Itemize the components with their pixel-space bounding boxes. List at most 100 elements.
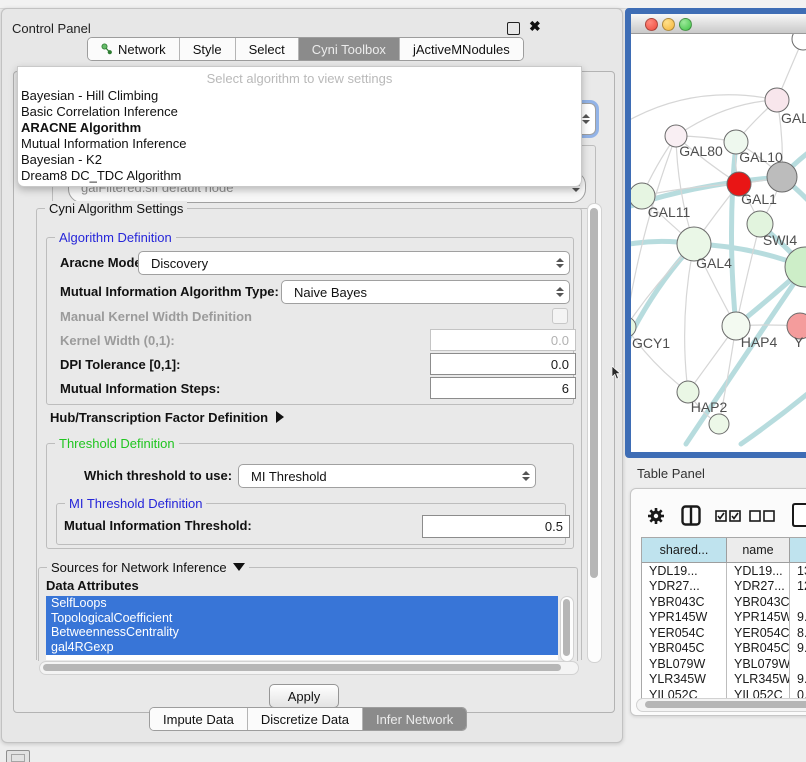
network-edge[interactable] <box>686 267 805 444</box>
zoom-traffic-light-icon[interactable] <box>679 18 692 31</box>
table-cell: YER054C <box>642 625 727 641</box>
network-graph[interactable]: GALGAL80GAL10GAL1GAL11SWI4GAL4GCY1HAP4YH… <box>631 34 806 452</box>
attribute-list-item[interactable]: SelfLoops <box>46 596 558 611</box>
kernel-width-field[interactable]: 0.0 <box>430 329 576 351</box>
network-tab-icon <box>101 43 113 55</box>
table-cell: 13 <box>790 563 806 579</box>
dropdown-item[interactable]: Bayesian - K2 <box>18 152 581 168</box>
attribute-list-item[interactable]: gal4RGexp <box>46 640 558 655</box>
network-edge[interactable] <box>741 386 806 444</box>
settings-vertical-scrollbar[interactable] <box>587 203 602 663</box>
node-label: SWI4 <box>763 232 797 248</box>
algorithm-definition-title: Algorithm Definition <box>55 230 176 245</box>
float-window-icon[interactable] <box>507 22 520 35</box>
attribute-list-item[interactable]: TopologicalCoefficient <box>46 611 558 626</box>
network-node[interactable] <box>709 414 729 434</box>
network-node-gal1[interactable] <box>767 162 797 192</box>
aracne-mode-label: Aracne Mode: <box>60 255 146 270</box>
table-panel-window: shared...nameAYDL19...YDL19...13YDR27...… <box>630 488 806 716</box>
deselect-all-checkboxes-icon[interactable] <box>749 510 775 522</box>
network-node[interactable] <box>792 34 806 50</box>
close-traffic-light-icon[interactable] <box>645 18 658 31</box>
mi-steps-field[interactable]: 6 <box>430 377 576 399</box>
table-row[interactable]: YBR045CYBR045C9. <box>642 641 806 657</box>
tab-impute-data[interactable]: Impute Data <box>150 708 248 730</box>
node-label: HAP2 <box>691 399 728 415</box>
apply-button[interactable]: Apply <box>269 684 339 708</box>
network-canvas[interactable]: GALGAL80GAL10GAL1GAL11SWI4GAL4GCY1HAP4YH… <box>631 34 806 452</box>
node-label: GAL80 <box>679 143 723 159</box>
dpi-tolerance-field[interactable]: 0.0 <box>430 353 576 375</box>
table-cell: YPR145W <box>642 610 727 626</box>
table-row[interactable]: YBL079WYBL079W <box>642 656 806 672</box>
dropdown-placeholder: Select algorithm to view settings <box>18 67 581 88</box>
table-cell: YLR345W <box>642 672 727 688</box>
table-row[interactable]: YBR043CYBR043C <box>642 594 806 610</box>
close-icon[interactable]: ✖ <box>529 18 541 34</box>
dropdown-item[interactable]: Basic Correlation Inference <box>18 104 581 120</box>
tab-network[interactable]: Network <box>88 38 180 60</box>
tab-jactivemnodules[interactable]: jActiveMNodules <box>400 38 523 60</box>
mi-threshold-label: Mutual Information Threshold: <box>64 518 252 533</box>
hub-definition-toggle[interactable]: Hub/Transcription Factor Definition <box>50 410 284 425</box>
mi-type-label: Mutual Information Algorithm Type: <box>60 284 279 299</box>
manual-kernel-checkbox[interactable] <box>552 308 568 324</box>
which-threshold-combobox[interactable]: MI Threshold <box>238 464 536 488</box>
network-node-gcy1[interactable] <box>631 317 636 337</box>
aracne-mode-value: Discovery <box>139 256 551 271</box>
tab-label: Style <box>193 42 222 57</box>
tab-label: Infer Network <box>376 712 453 727</box>
dropdown-item[interactable]: ARACNE Algorithm <box>18 120 581 136</box>
tab-label: Impute Data <box>163 712 234 727</box>
select-all-checkboxes-icon[interactable] <box>715 510 741 522</box>
column-header[interactable]: A <box>790 538 806 562</box>
docked-panel-icon[interactable] <box>6 750 30 762</box>
network-node-gal[interactable] <box>765 88 789 112</box>
table-header-row: shared...nameA <box>642 538 806 563</box>
mi-threshold-field[interactable]: 0.5 <box>422 515 570 538</box>
mi-type-combobox[interactable]: Naive Bayes <box>281 280 570 304</box>
node-label: GAL11 <box>648 204 691 220</box>
dropdown-item[interactable]: Mutual Information Inference <box>18 136 581 152</box>
attribute-list-scrollbar[interactable] <box>560 596 574 662</box>
table-row[interactable]: YDR27...YDR27...12 <box>642 579 806 595</box>
minimize-traffic-light-icon[interactable] <box>662 18 675 31</box>
tab-label: Network <box>118 42 166 57</box>
network-edge[interactable] <box>732 142 737 326</box>
dropdown-item[interactable]: Bayesian - Hill Climbing <box>18 88 581 104</box>
network-view-window: GALGAL80GAL10GAL1GAL11SWI4GAL4GCY1HAP4YH… <box>625 8 806 458</box>
node-label: GAL4 <box>696 255 732 271</box>
threshold-definition-title: Threshold Definition <box>55 436 179 451</box>
table-row[interactable]: YER054CYER054C8. <box>642 625 806 641</box>
which-threshold-label: Which threshold to use: <box>84 468 232 483</box>
table-row[interactable]: YPR145WYPR145W9. <box>642 610 806 626</box>
table-row[interactable]: YDL19...YDL19...13 <box>642 563 806 579</box>
sources-group-title[interactable]: Sources for Network Inference <box>47 560 249 575</box>
table-horizontal-scrollbar[interactable] <box>636 698 806 712</box>
collapsed-arrow-icon <box>276 411 284 423</box>
network-window-titlebar[interactable] <box>631 14 806 34</box>
column-header[interactable]: name <box>727 538 790 562</box>
table-function-icon[interactable] <box>791 502 806 528</box>
network-edge[interactable] <box>685 244 694 392</box>
node-label: GCY1 <box>632 335 670 351</box>
tab-select[interactable]: Select <box>236 38 299 60</box>
table-row[interactable]: YLR345WYLR345W9. <box>642 672 806 688</box>
data-attributes-list: SelfLoopsTopologicalCoefficientBetweenne… <box>46 596 558 660</box>
settings-horizontal-scrollbar[interactable] <box>39 661 579 675</box>
tab-cyni-toolbox[interactable]: Cyni Toolbox <box>299 38 400 60</box>
table-cell: YER054C <box>727 625 790 641</box>
algorithm-dropdown-popup: Select algorithm to view settings Bayesi… <box>17 66 582 187</box>
column-header[interactable]: shared... <box>642 538 727 562</box>
tab-infer-network[interactable]: Infer Network <box>363 708 466 730</box>
gear-icon[interactable] <box>647 507 665 525</box>
attribute-list-item[interactable]: BetweennessCentrality <box>46 625 558 640</box>
tab-style[interactable]: Style <box>180 38 236 60</box>
network-edge[interactable] <box>676 100 777 136</box>
dropdown-item[interactable]: Dream8 DC_TDC Algorithm <box>18 168 581 184</box>
aracne-mode-combobox[interactable]: Discovery <box>138 251 570 275</box>
tab-discretize-data[interactable]: Discretize Data <box>248 708 363 730</box>
table-cell: YBL079W <box>727 656 790 672</box>
data-attributes-label: Data Attributes <box>46 578 139 593</box>
columns-icon[interactable] <box>681 505 701 526</box>
